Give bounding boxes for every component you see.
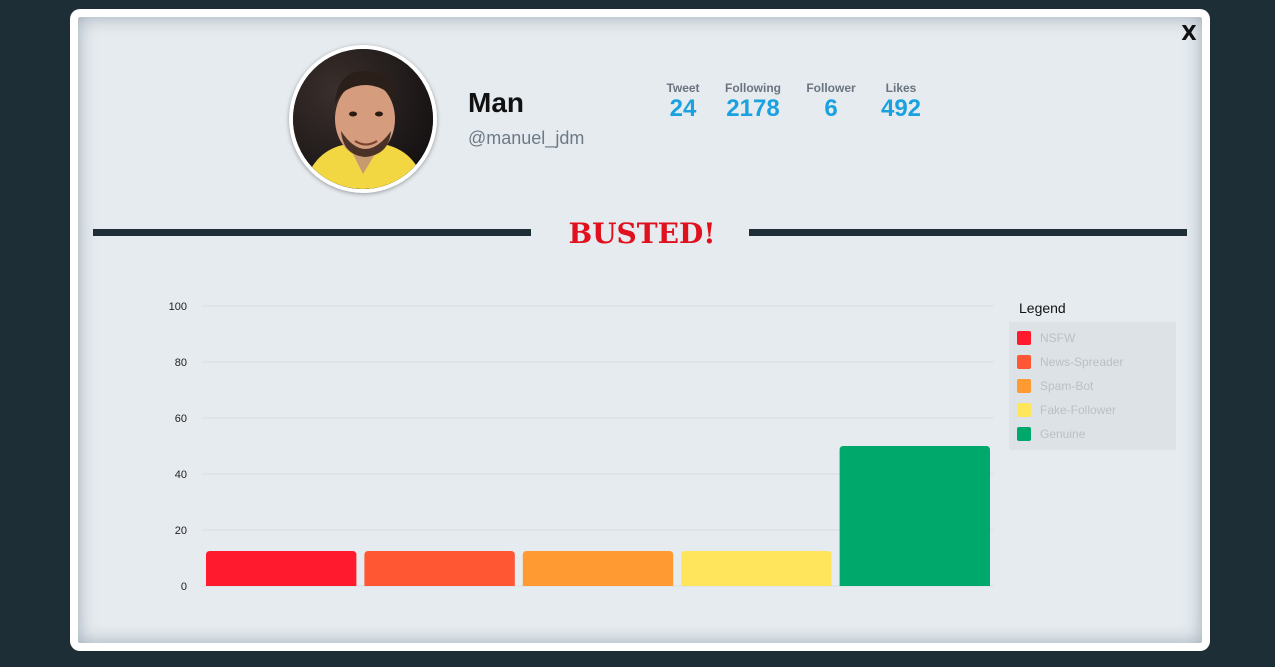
legend-swatch xyxy=(1017,355,1031,369)
bar-news-spreader[interactable] xyxy=(364,551,515,586)
bar-nsfw[interactable] xyxy=(206,551,357,586)
legend-item[interactable]: Genuine xyxy=(1017,426,1085,442)
close-button[interactable]: X xyxy=(1178,21,1200,45)
bar-genuine[interactable] xyxy=(839,446,990,586)
bar-spam-bot[interactable] xyxy=(522,551,674,586)
legend-item[interactable]: News-Spreader xyxy=(1017,354,1123,370)
legend-label: Spam-Bot xyxy=(1040,379,1094,393)
legend-title: Legend xyxy=(1019,300,1066,316)
y-tick-label: 20 xyxy=(175,525,187,537)
legend-label: NSFW xyxy=(1040,331,1076,345)
legend-item[interactable]: NSFW xyxy=(1017,330,1075,346)
y-tick-label: 100 xyxy=(169,301,187,313)
y-tick-label: 60 xyxy=(175,413,187,425)
legend-swatch xyxy=(1017,427,1031,441)
legend-item[interactable]: Fake-Follower xyxy=(1017,402,1116,418)
legend-swatch xyxy=(1017,379,1031,393)
legend-label: Fake-Follower xyxy=(1040,403,1117,417)
legend-item[interactable]: Spam-Bot xyxy=(1017,378,1093,394)
profile-modal: Man @manuel_jdm Tweet 24 Following 2178 … xyxy=(70,9,1210,651)
legend-label: Genuine xyxy=(1040,427,1086,441)
y-tick-label: 0 xyxy=(181,581,187,593)
legend-label: News-Spreader xyxy=(1040,355,1124,369)
y-tick-label: 40 xyxy=(175,469,187,481)
legend-swatch xyxy=(1017,331,1031,345)
modal-content: Man @manuel_jdm Tweet 24 Following 2178 … xyxy=(78,17,1202,643)
y-tick-label: 80 xyxy=(175,357,187,369)
bar-fake-follower[interactable] xyxy=(681,551,832,586)
legend: NSFW News-Spreader Spam-Bot Fake-Follower Ge… xyxy=(1009,322,1176,450)
legend-swatch xyxy=(1017,403,1031,417)
